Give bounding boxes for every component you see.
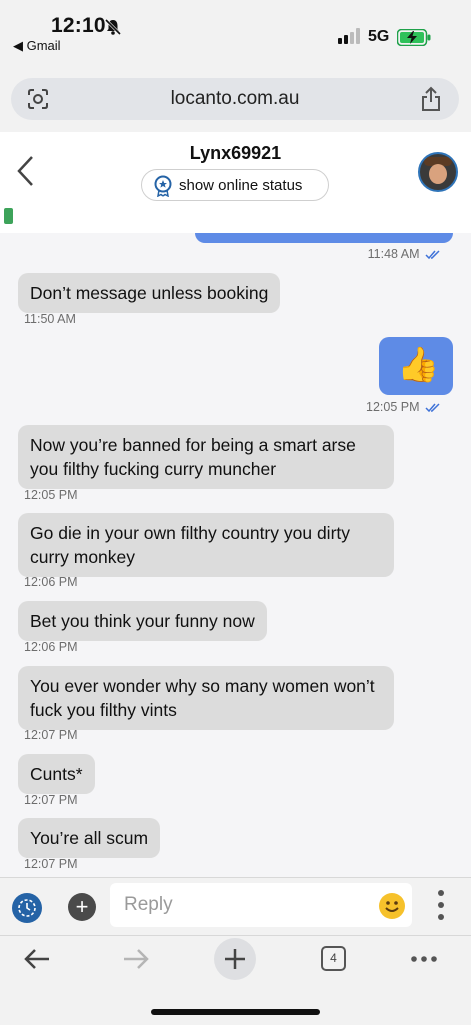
message-bubble-in: Cunts* <box>18 754 95 794</box>
schedule-button[interactable] <box>12 893 42 923</box>
more-horizontal-icon[interactable] <box>410 948 438 970</box>
message-time: 11:50 AM <box>24 312 76 326</box>
reply-composer: + <box>0 877 471 936</box>
message-bubble-out: 👍 <box>379 337 453 395</box>
contact-name: Lynx69921 <box>189 143 282 163</box>
status-time: 12:10 <box>51 14 106 37</box>
attach-plus-button[interactable]: + <box>68 893 96 921</box>
avatar[interactable] <box>418 152 458 192</box>
message-bubble-in: Bet you think your funny now <box>18 601 267 641</box>
message-time: 12:06 PM <box>24 575 78 589</box>
message-bubble-in: Now you’re banned for being a smart arse… <box>18 425 394 489</box>
message-bubble-in: Go die in your own filthy country you di… <box>18 513 394 577</box>
plus-icon <box>225 949 245 969</box>
status-bar: 12:10 ◀ Gmail 5G <box>0 0 471 62</box>
back-to-gmail[interactable]: ◀ Gmail <box>13 38 61 54</box>
message-time: 11:48 AM <box>340 247 441 261</box>
reply-input[interactable] <box>110 883 412 927</box>
smiley-emoji-icon[interactable] <box>378 892 406 920</box>
network-type: 5G <box>368 28 390 45</box>
message-bubble-in: Don’t message unless booking <box>18 273 281 313</box>
thumbs-up-emoji: 👍 <box>397 346 440 384</box>
read-ticks-icon <box>425 250 440 259</box>
signal-icon <box>338 28 360 44</box>
tab-switcher-button[interactable]: 4 <box>321 946 346 971</box>
message-time: 12:07 PM <box>24 728 78 742</box>
award-badge-icon <box>154 175 172 197</box>
message-time: 12:05 PM <box>24 488 78 502</box>
read-ticks-icon <box>425 403 440 412</box>
share-icon[interactable] <box>421 86 441 112</box>
browser-bottom-bar: 4 <box>0 935 471 1025</box>
avatar-face <box>429 164 447 184</box>
show-online-status-label: show online status <box>179 177 303 194</box>
side-app-icon <box>4 208 13 224</box>
bell-off-icon <box>104 18 122 36</box>
message-time: 12:06 PM <box>24 640 78 654</box>
more-vertical-icon[interactable] <box>436 888 446 922</box>
back-arrow-icon[interactable] <box>22 946 52 972</box>
message-time-text: 11:48 AM <box>367 247 420 261</box>
message-time: 12:07 PM <box>24 857 78 871</box>
message-time: 12:05 PM <box>340 400 441 414</box>
message-time-text: 12:05 PM <box>366 400 420 414</box>
home-indicator[interactable] <box>151 1009 320 1015</box>
message-bubble-in: You’re all scum <box>18 818 161 858</box>
new-tab-button[interactable] <box>214 938 256 980</box>
forward-arrow-icon[interactable] <box>121 946 151 972</box>
message-bubble-out-partial <box>195 233 453 243</box>
message-bubble-in: You ever wonder why so many women won’t … <box>18 666 394 730</box>
url-text: locanto.com.au <box>170 88 300 109</box>
show-online-status-button[interactable]: show online status <box>141 169 329 201</box>
message-time: 12:07 PM <box>24 793 78 807</box>
browser-toolbar: locanto.com.au <box>0 62 471 132</box>
message-list[interactable]: 11:48 AM Don’t message unless booking 11… <box>0 233 471 877</box>
chat-header: Lynx69921 show online status <box>0 132 471 234</box>
clock-icon <box>18 899 36 917</box>
address-bar[interactable]: locanto.com.au <box>11 78 459 120</box>
battery-charging-icon <box>397 29 431 46</box>
